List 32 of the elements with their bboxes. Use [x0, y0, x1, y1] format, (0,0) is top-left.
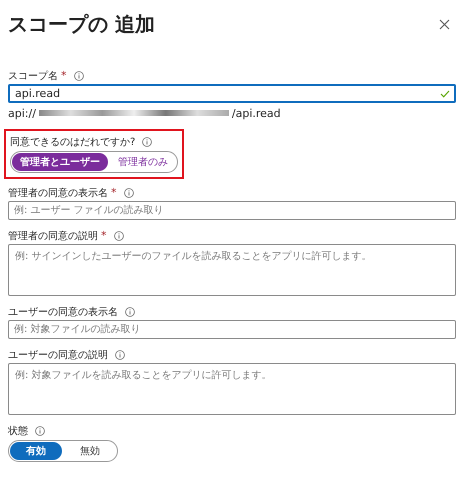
uri-prefix: api:// — [8, 106, 36, 120]
text-area[interactable]: 例: サインインしたユーザーのファイルを読み取ることをアプリに許可します。 — [8, 244, 456, 296]
info-icon[interactable] — [114, 230, 124, 240]
info-icon[interactable] — [124, 188, 134, 198]
required-mark: * — [111, 186, 116, 199]
panel-title: スコープの 追加 — [8, 10, 155, 38]
uri-suffix: /api.read — [232, 106, 281, 120]
toggle-option[interactable]: 管理者とユーザー — [12, 153, 108, 171]
info-icon[interactable] — [125, 306, 135, 316]
field-label: 管理者の同意の説明 — [8, 230, 98, 242]
info-icon[interactable] — [35, 426, 45, 436]
segmented-toggle[interactable]: 有効 無効 — [8, 440, 118, 462]
toggle-option[interactable]: 有効 — [10, 442, 62, 460]
input-field[interactable]: api.read — [8, 84, 456, 103]
info-icon[interactable] — [115, 350, 125, 360]
field-label: 同意できるのはだれですか? — [10, 136, 136, 148]
required-mark: * — [101, 229, 106, 242]
field-label: ユーザーの同意の表示名 — [8, 306, 118, 318]
field-label: スコープ名 — [8, 70, 58, 82]
text-area[interactable]: 例: 対象ファイルを読み取ることをアプリに許可します。 — [8, 363, 456, 415]
input-field[interactable]: 例: ユーザー ファイルの読み取り — [8, 201, 456, 220]
info-icon[interactable] — [74, 70, 84, 80]
segmented-toggle[interactable]: 管理者とユーザー 管理者のみ — [10, 151, 178, 173]
field-label: 管理者の同意の表示名 — [8, 186, 108, 200]
toggle-option[interactable]: 無効 — [64, 442, 116, 460]
required-mark: * — [61, 69, 66, 82]
toggle-option[interactable]: 管理者のみ — [110, 153, 176, 171]
field-label: 状態 — [8, 424, 28, 438]
info-icon[interactable] — [142, 136, 152, 146]
input-field[interactable]: 例: 対象ファイルの読み取り — [8, 320, 456, 339]
close-icon[interactable] — [439, 18, 450, 30]
field-label: ユーザーの同意の説明 — [8, 348, 108, 362]
